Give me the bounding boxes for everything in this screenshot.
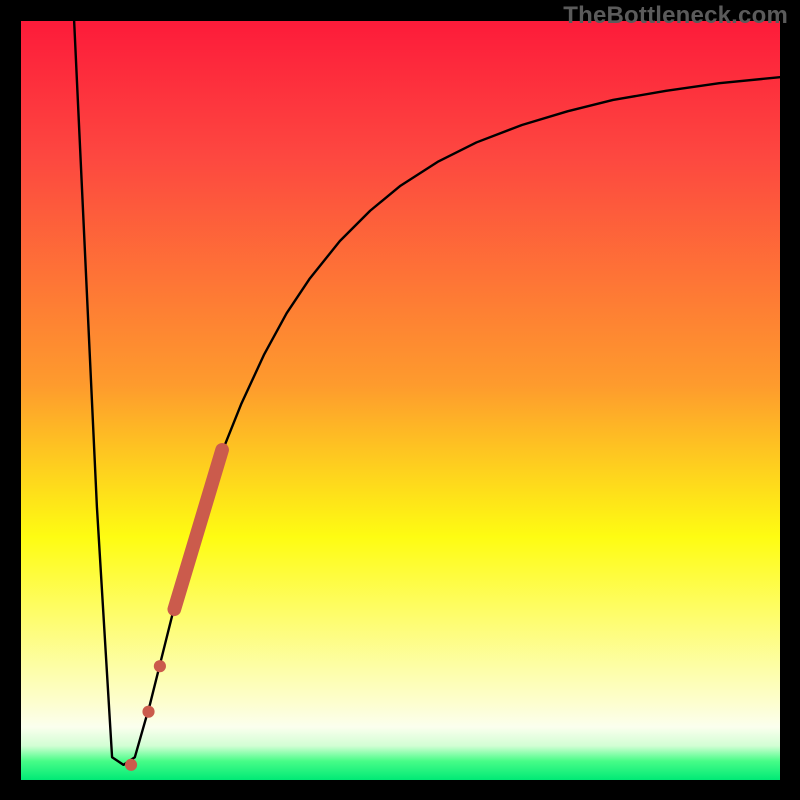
plot-area: [21, 21, 780, 780]
gradient-background: [21, 21, 780, 780]
marker-dot-3: [154, 660, 166, 672]
chart-svg: [21, 21, 780, 780]
marker-dot-2: [142, 706, 154, 718]
watermark: TheBottleneck.com: [563, 2, 788, 30]
marker-dot-1: [125, 759, 137, 771]
chart-stage: TheBottleneck.com: [0, 0, 800, 800]
